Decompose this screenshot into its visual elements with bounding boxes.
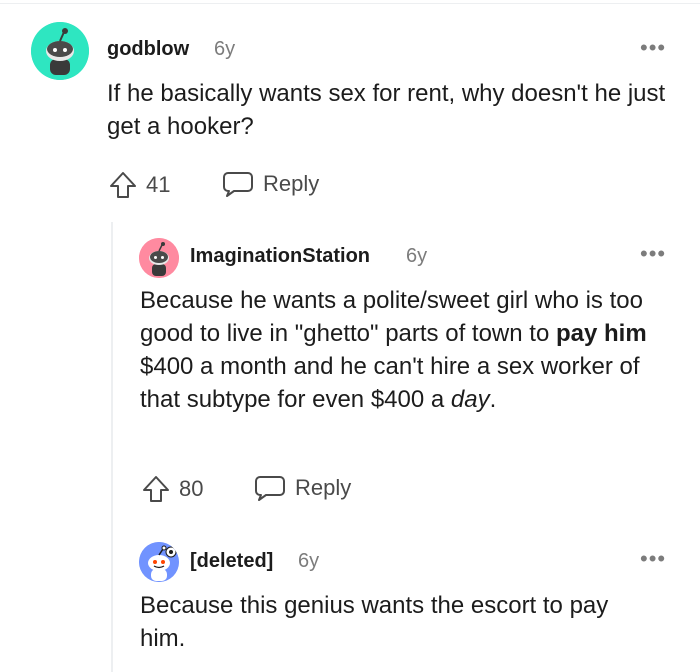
username[interactable]: ImaginationStation: [190, 245, 370, 268]
top-divider: [0, 3, 700, 4]
user-avatar[interactable]: [139, 542, 179, 582]
body-text-segment: $400 a month and he can't hire a sex wor…: [140, 353, 640, 413]
snoo-avatar-icon: [139, 238, 179, 278]
more-options-icon[interactable]: •••: [640, 37, 666, 59]
user-avatar[interactable]: [31, 22, 89, 80]
thread-line[interactable]: [111, 222, 113, 672]
reply-button[interactable]: Reply: [222, 169, 319, 199]
comment-age: 6y: [298, 550, 320, 572]
upvote-button[interactable]: 41: [108, 170, 170, 200]
upvote-icon: [110, 172, 136, 198]
reply-button[interactable]: Reply: [254, 473, 351, 503]
snoo-avatar-icon: [31, 22, 89, 80]
body-italic-segment: day: [450, 386, 490, 413]
upvote-button[interactable]: 80: [141, 474, 203, 504]
body-text-segment: .: [489, 386, 497, 413]
body-bold-segment: pay him: [555, 320, 647, 347]
chat-bubble-icon: [255, 476, 285, 501]
comment-age: 6y: [406, 245, 428, 267]
reply-label: Reply: [295, 475, 352, 500]
comment-age: 6y: [214, 38, 236, 60]
reply-label: Reply: [263, 171, 320, 196]
username[interactable]: godblow: [107, 38, 189, 61]
vote-count: 41: [146, 172, 171, 197]
upvote-icon: [143, 476, 169, 502]
chat-bubble-icon: [223, 172, 253, 197]
more-options-icon[interactable]: •••: [640, 548, 666, 570]
snoo-avatar-icon: [139, 542, 179, 582]
comment-body: Because this genius wants the escort to …: [140, 592, 609, 652]
comment-body: If he basically wants sex for rent, why …: [107, 80, 666, 140]
username: [deleted]: [190, 550, 274, 572]
more-options-icon[interactable]: •••: [640, 243, 666, 265]
user-avatar[interactable]: [139, 238, 179, 278]
vote-count: 80: [179, 476, 204, 501]
comment-body: Because he wants a polite/sweet girl who…: [140, 284, 675, 416]
